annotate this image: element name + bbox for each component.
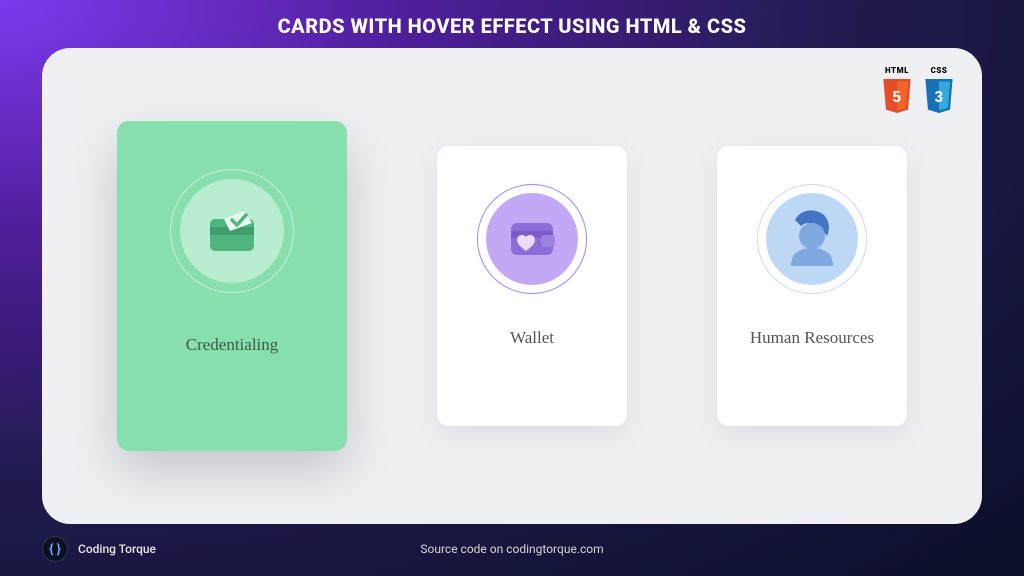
svg-text:3: 3 bbox=[935, 89, 944, 106]
brand-logo-icon: { } bbox=[42, 536, 68, 562]
icon-disc bbox=[766, 193, 858, 285]
source-link[interactable]: Source code on codingtorque.com bbox=[420, 542, 603, 556]
card-title: Wallet bbox=[510, 328, 554, 348]
card-title: Credentialing bbox=[186, 335, 279, 355]
brand[interactable]: { } Coding Torque bbox=[42, 536, 156, 562]
card-human-resources[interactable]: Human Resources bbox=[717, 146, 907, 426]
html-badge-label: HTML bbox=[885, 66, 909, 75]
css-badge-label: CSS bbox=[931, 66, 948, 75]
card-credentialing[interactable]: Credentialing bbox=[117, 121, 347, 451]
card-title: Human Resources bbox=[750, 328, 874, 348]
icon-disc bbox=[486, 193, 578, 285]
tech-badges: HTML 5 CSS 3 bbox=[880, 66, 956, 115]
html-badge: HTML 5 bbox=[880, 66, 914, 115]
footer: { } Coding Torque Source code on codingt… bbox=[0, 536, 1024, 576]
demo-stage: HTML 5 CSS 3 bbox=[42, 48, 982, 524]
card-wallet[interactable]: Wallet bbox=[437, 146, 627, 426]
icon-ring bbox=[757, 184, 867, 294]
css3-icon: 3 bbox=[922, 77, 956, 115]
icon-ring bbox=[477, 184, 587, 294]
wallet-heart-icon bbox=[505, 213, 559, 265]
html5-icon: 5 bbox=[880, 77, 914, 115]
svg-text:5: 5 bbox=[893, 89, 902, 106]
credential-check-icon bbox=[202, 201, 262, 261]
brand-name: Coding Torque bbox=[78, 542, 156, 556]
icon-disc bbox=[180, 179, 284, 283]
css-badge: CSS 3 bbox=[922, 66, 956, 115]
page-title: CARDS WITH HOVER EFFECT USING HTML & CSS bbox=[0, 0, 1024, 48]
person-avatar-icon bbox=[777, 202, 847, 276]
icon-ring bbox=[170, 169, 294, 293]
